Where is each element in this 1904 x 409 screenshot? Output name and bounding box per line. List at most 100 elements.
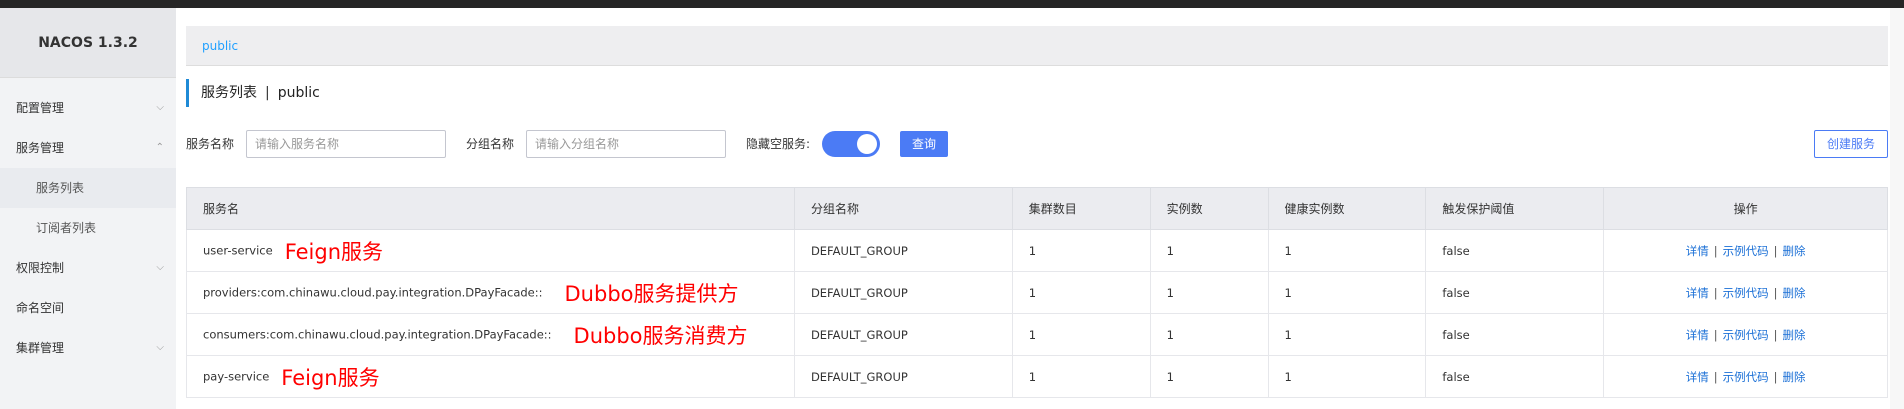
sidebar-item-subscriber-list[interactable]: 订阅者列表 bbox=[0, 208, 176, 248]
group-cell: DEFAULT_GROUP bbox=[793, 229, 1013, 272]
table-row: consumers:com.chinawu.cloud.pay.integrat… bbox=[186, 313, 1888, 356]
ops-cell: 详情 | 示例代码 | 删除 bbox=[1603, 313, 1888, 356]
table-row: pay-service Feign服务 DEFAULT_GROUP 1 1 1 f… bbox=[186, 355, 1888, 398]
ops-separator: | bbox=[1773, 369, 1778, 384]
service-name-input[interactable] bbox=[246, 130, 446, 158]
page-title-namespace: public bbox=[277, 85, 320, 101]
main-content: public 服务列表 | public 服务名称 分组名称 隐藏空服务: 查询 创… bbox=[186, 8, 1904, 409]
namespace-bar: public bbox=[186, 26, 1888, 66]
annotation-label: Feign服务 bbox=[281, 365, 380, 390]
delete-link[interactable]: 删除 bbox=[1782, 286, 1805, 300]
service-name-cell: user-service Feign服务 bbox=[186, 229, 795, 272]
instances-cell: 1 bbox=[1149, 271, 1269, 314]
service-name: providers:com.chinawu.cloud.pay.integrat… bbox=[203, 285, 543, 299]
instances-cell: 1 bbox=[1149, 229, 1269, 272]
service-table: 服务名 分组名称 集群数目 实例数 健康实例数 触发保护阈值 操作 user-s… bbox=[186, 187, 1888, 398]
create-service-button[interactable]: 创建服务 bbox=[1814, 130, 1888, 158]
sidebar-item-service-management[interactable]: 服务管理 ⌃ bbox=[0, 128, 176, 168]
instances-cell: 1 bbox=[1149, 355, 1269, 398]
ops-cell: 详情 | 示例代码 | 删除 bbox=[1603, 355, 1888, 398]
page-title-text: 服务列表 bbox=[201, 85, 257, 101]
sidebar-item-cluster-management[interactable]: 集群管理 ⌵ bbox=[0, 328, 176, 368]
column-header: 实例数 bbox=[1149, 187, 1269, 230]
service-name-cell: providers:com.chinawu.cloud.pay.integrat… bbox=[186, 271, 795, 314]
sidebar-item-label: 订阅者列表 bbox=[36, 221, 97, 235]
chevron-up-icon: ⌃ bbox=[155, 142, 164, 153]
instances-cell: 1 bbox=[1149, 313, 1269, 356]
sample-code-link[interactable]: 示例代码 bbox=[1723, 328, 1769, 342]
service-name-cell: pay-service Feign服务 bbox=[186, 355, 795, 398]
group-name-input[interactable] bbox=[526, 130, 726, 158]
service-name: pay-service bbox=[203, 369, 270, 383]
healthy-cell: 1 bbox=[1267, 229, 1427, 272]
table-row: providers:com.chinawu.cloud.pay.integrat… bbox=[186, 271, 1888, 314]
ops-cell: 详情 | 示例代码 | 删除 bbox=[1603, 229, 1888, 272]
column-header: 集群数目 bbox=[1011, 187, 1151, 230]
chevron-down-icon: ⌵ bbox=[156, 342, 164, 353]
column-header: 分组名称 bbox=[793, 187, 1013, 230]
healthy-cell: 1 bbox=[1267, 355, 1427, 398]
toggle-knob bbox=[857, 134, 877, 154]
clusters-cell: 1 bbox=[1011, 355, 1151, 398]
delete-link[interactable]: 删除 bbox=[1782, 370, 1805, 384]
healthy-cell: 1 bbox=[1267, 271, 1427, 314]
sidebar-item-service-list[interactable]: 服务列表 bbox=[0, 168, 176, 208]
sample-code-link[interactable]: 示例代码 bbox=[1723, 286, 1769, 300]
group-cell: DEFAULT_GROUP bbox=[793, 355, 1013, 398]
sidebar-item-label: 集群管理 bbox=[16, 341, 65, 355]
ops-cell: 详情 | 示例代码 | 删除 bbox=[1603, 271, 1888, 314]
title-separator: | bbox=[265, 85, 270, 101]
ops-separator: | bbox=[1713, 327, 1718, 342]
annotation-label: Dubbo服务消费方 bbox=[573, 323, 748, 348]
detail-link[interactable]: 详情 bbox=[1686, 244, 1709, 258]
scrollbar[interactable] bbox=[1890, 8, 1904, 409]
sidebar-item-access-control[interactable]: 权限控制 ⌵ bbox=[0, 248, 176, 288]
sidebar-item-namespace[interactable]: 命名空间 bbox=[0, 288, 176, 328]
annotation-label: Feign服务 bbox=[284, 239, 384, 264]
query-button[interactable]: 查询 bbox=[900, 131, 949, 157]
top-bar bbox=[0, 0, 1904, 8]
sidebar-item-label: 配置管理 bbox=[16, 101, 65, 115]
table-header-row: 服务名 分组名称 集群数目 实例数 健康实例数 触发保护阈值 操作 bbox=[186, 187, 1888, 230]
group-cell: DEFAULT_GROUP bbox=[793, 271, 1013, 314]
app-title: NACOS 1.3.2 bbox=[0, 8, 176, 78]
sidebar: NACOS 1.3.2 配置管理 ⌵ 服务管理 ⌃ 服务列表 订阅者列表 权限控… bbox=[0, 8, 176, 409]
threshold-cell: false bbox=[1425, 313, 1605, 356]
annotation-label: Dubbo服务提供方 bbox=[564, 281, 739, 306]
service-name-cell: consumers:com.chinawu.cloud.pay.integrat… bbox=[186, 313, 795, 356]
threshold-cell: false bbox=[1425, 229, 1605, 272]
table-row: user-service Feign服务 DEFAULT_GROUP 1 1 1 … bbox=[186, 229, 1888, 272]
delete-link[interactable]: 删除 bbox=[1782, 328, 1805, 342]
sidebar-item-label: 权限控制 bbox=[16, 261, 65, 275]
threshold-cell: false bbox=[1425, 355, 1605, 398]
healthy-cell: 1 bbox=[1267, 313, 1427, 356]
clusters-cell: 1 bbox=[1011, 229, 1151, 272]
threshold-cell: false bbox=[1425, 271, 1605, 314]
chevron-down-icon: ⌵ bbox=[156, 102, 164, 113]
hide-empty-toggle[interactable] bbox=[822, 131, 880, 157]
chevron-down-icon: ⌵ bbox=[156, 262, 164, 273]
namespace-link-public[interactable]: public bbox=[202, 39, 238, 53]
sample-code-link[interactable]: 示例代码 bbox=[1723, 370, 1769, 384]
ops-separator: | bbox=[1713, 285, 1718, 300]
sidebar-menu: 配置管理 ⌵ 服务管理 ⌃ 服务列表 订阅者列表 权限控制 ⌵ 命名空间 集群管… bbox=[0, 88, 176, 368]
clusters-cell: 1 bbox=[1011, 271, 1151, 314]
clusters-cell: 1 bbox=[1011, 313, 1151, 356]
sidebar-item-label: 服务列表 bbox=[36, 181, 85, 195]
column-header: 健康实例数 bbox=[1267, 187, 1427, 230]
ops-separator: | bbox=[1713, 243, 1718, 258]
delete-link[interactable]: 删除 bbox=[1782, 244, 1805, 258]
detail-link[interactable]: 详情 bbox=[1686, 370, 1709, 384]
column-header: 触发保护阈值 bbox=[1425, 187, 1605, 230]
service-name-label: 服务名称 bbox=[186, 137, 235, 151]
sidebar-item-config-management[interactable]: 配置管理 ⌵ bbox=[0, 88, 176, 128]
detail-link[interactable]: 详情 bbox=[1686, 328, 1709, 342]
sample-code-link[interactable]: 示例代码 bbox=[1723, 244, 1769, 258]
filter-bar: 服务名称 分组名称 隐藏空服务: 查询 创建服务 bbox=[186, 128, 1888, 160]
sidebar-item-label: 服务管理 bbox=[16, 141, 65, 155]
hide-empty-label: 隐藏空服务: bbox=[746, 137, 811, 151]
sidebar-item-label: 命名空间 bbox=[16, 301, 65, 315]
ops-separator: | bbox=[1773, 285, 1778, 300]
detail-link[interactable]: 详情 bbox=[1686, 286, 1709, 300]
service-name: user-service bbox=[203, 243, 273, 257]
